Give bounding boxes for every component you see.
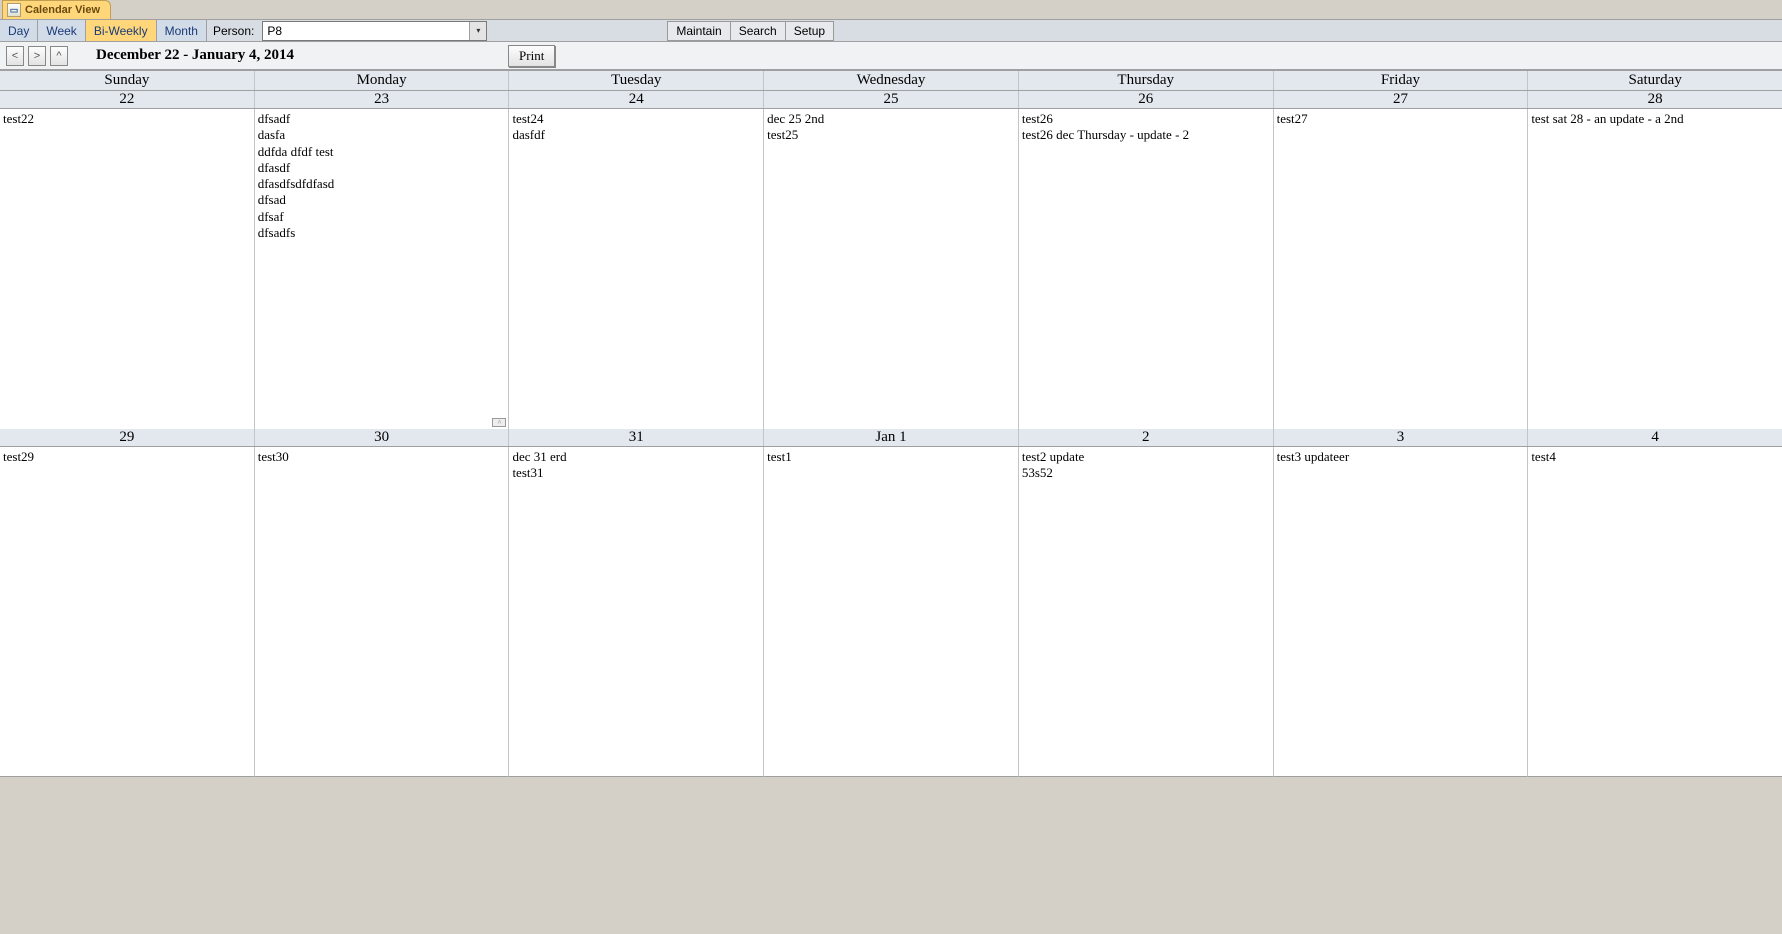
event-item[interactable]: test2 update — [1022, 449, 1270, 465]
daynum-cell[interactable]: 27 — [1274, 91, 1529, 108]
view-btn-day[interactable]: Day — [0, 20, 38, 41]
dow-cell: Tuesday — [509, 71, 764, 90]
week-row: 293031Jan 1234test29test30dec 31 erdtest… — [0, 429, 1782, 777]
daynum-cell[interactable]: Jan 1 — [764, 429, 1019, 446]
view-btn-week[interactable]: Week — [38, 20, 85, 41]
daynum-row: 22232425262728 — [0, 91, 1782, 109]
event-cell[interactable]: test30 — [255, 447, 510, 777]
daynum-cell[interactable]: 29 — [0, 429, 255, 446]
week-row: 22232425262728test22dfsadfdasfaddfda dfd… — [0, 91, 1782, 429]
tab-strip: ▭ Calendar View — [0, 0, 1782, 20]
event-item[interactable]: dfsad — [258, 192, 506, 208]
event-item[interactable]: ddfda dfdf test — [258, 144, 506, 160]
event-cell[interactable]: test3 updateer — [1274, 447, 1529, 777]
event-cell[interactable]: test1 — [764, 447, 1019, 777]
event-item[interactable]: test25 — [767, 127, 1015, 143]
prev-button[interactable]: < — [6, 46, 24, 66]
event-row: test29test30dec 31 erdtest31test1test2 u… — [0, 447, 1782, 777]
resize-grip-icon[interactable]: ˄ — [492, 418, 506, 427]
daynum-cell[interactable]: 25 — [764, 91, 1019, 108]
event-item[interactable]: test26 — [1022, 111, 1270, 127]
person-input[interactable] — [263, 22, 469, 40]
daynum-cell[interactable]: 31 — [509, 429, 764, 446]
event-cell[interactable]: test2 update53s52 — [1019, 447, 1274, 777]
event-item[interactable]: test24 — [512, 111, 760, 127]
event-item[interactable]: dfasdf — [258, 160, 506, 176]
event-item[interactable]: dfsaf — [258, 209, 506, 225]
view-btn-bi-weekly[interactable]: Bi-Weekly — [86, 20, 157, 41]
up-button[interactable]: ^ — [50, 46, 68, 66]
form-icon: ▭ — [7, 3, 21, 17]
event-item[interactable]: test29 — [3, 449, 251, 465]
search-button[interactable]: Search — [731, 21, 786, 41]
event-cell[interactable]: dec 25 2ndtest25 — [764, 109, 1019, 429]
daynum-cell[interactable]: 26 — [1019, 91, 1274, 108]
daynum-row: 293031Jan 1234 — [0, 429, 1782, 447]
dow-cell: Wednesday — [764, 71, 1019, 90]
print-button[interactable]: Print — [508, 45, 555, 67]
person-label: Person: — [207, 22, 260, 40]
daynum-cell[interactable]: 28 — [1528, 91, 1782, 108]
dropdown-icon[interactable]: ▾ — [469, 22, 486, 40]
event-item[interactable]: dfsadf — [258, 111, 506, 127]
event-item[interactable]: 53s52 — [1022, 465, 1270, 481]
daynum-cell[interactable]: 3 — [1274, 429, 1529, 446]
event-item[interactable]: dec 31 erd — [512, 449, 760, 465]
event-item[interactable]: test4 — [1531, 449, 1779, 465]
person-combobox[interactable]: ▾ — [262, 21, 487, 41]
event-cell[interactable]: test27 — [1274, 109, 1529, 429]
calendar-grid: 22232425262728test22dfsadfdasfaddfda dfd… — [0, 91, 1782, 777]
view-toolbar: DayWeekBi-WeeklyMonth Person: ▾ Maintain… — [0, 20, 1782, 42]
event-item[interactable]: dasfa — [258, 127, 506, 143]
event-cell[interactable]: test22 — [0, 109, 255, 429]
event-cell[interactable]: dfsadfdasfaddfda dfdf testdfasdfdfasdfsd… — [255, 109, 510, 429]
event-item[interactable]: dec 25 2nd — [767, 111, 1015, 127]
event-cell[interactable]: dec 31 erdtest31 — [509, 447, 764, 777]
event-cell[interactable]: test4 — [1528, 447, 1782, 777]
daynum-cell[interactable]: 24 — [509, 91, 764, 108]
event-item[interactable]: test30 — [258, 449, 506, 465]
nav-row: < > ^ December 22 - January 4, 2014 Prin… — [0, 42, 1782, 70]
daynum-cell[interactable]: 23 — [255, 91, 510, 108]
dow-cell: Saturday — [1528, 71, 1782, 90]
next-button[interactable]: > — [28, 46, 46, 66]
daynum-cell[interactable]: 22 — [0, 91, 255, 108]
event-item[interactable]: test1 — [767, 449, 1015, 465]
daynum-cell[interactable]: 2 — [1019, 429, 1274, 446]
event-cell[interactable]: test29 — [0, 447, 255, 777]
event-item[interactable]: test27 — [1277, 111, 1525, 127]
daynum-cell[interactable]: 4 — [1528, 429, 1782, 446]
dow-cell: Thursday — [1019, 71, 1274, 90]
tab-calendar-view[interactable]: ▭ Calendar View — [2, 0, 111, 19]
event-row: test22dfsadfdasfaddfda dfdf testdfasdfdf… — [0, 109, 1782, 429]
dow-cell: Friday — [1274, 71, 1529, 90]
event-item[interactable]: dfsadfs — [258, 225, 506, 241]
event-cell[interactable]: test24dasfdf — [509, 109, 764, 429]
event-item[interactable]: test3 updateer — [1277, 449, 1525, 465]
dow-header: SundayMondayTuesdayWednesdayThursdayFrid… — [0, 70, 1782, 91]
event-item[interactable]: test31 — [512, 465, 760, 481]
daynum-cell[interactable]: 30 — [255, 429, 510, 446]
event-cell[interactable]: test26test26 dec Thursday - update - 2 — [1019, 109, 1274, 429]
tab-title: Calendar View — [25, 4, 100, 16]
event-item[interactable]: dfasdfsdfdfasd — [258, 176, 506, 192]
event-item[interactable]: test26 dec Thursday - update - 2 — [1022, 127, 1270, 143]
dow-cell: Sunday — [0, 71, 255, 90]
setup-button[interactable]: Setup — [786, 21, 834, 41]
dow-cell: Monday — [255, 71, 510, 90]
event-item[interactable]: dasfdf — [512, 127, 760, 143]
date-range-title: December 22 - January 4, 2014 — [96, 47, 294, 64]
event-item[interactable]: test sat 28 - an update - a 2nd — [1531, 111, 1779, 127]
maintain-button[interactable]: Maintain — [667, 21, 730, 41]
view-btn-month[interactable]: Month — [157, 20, 207, 41]
event-cell[interactable]: test sat 28 - an update - a 2nd — [1528, 109, 1782, 429]
event-item[interactable]: test22 — [3, 111, 251, 127]
